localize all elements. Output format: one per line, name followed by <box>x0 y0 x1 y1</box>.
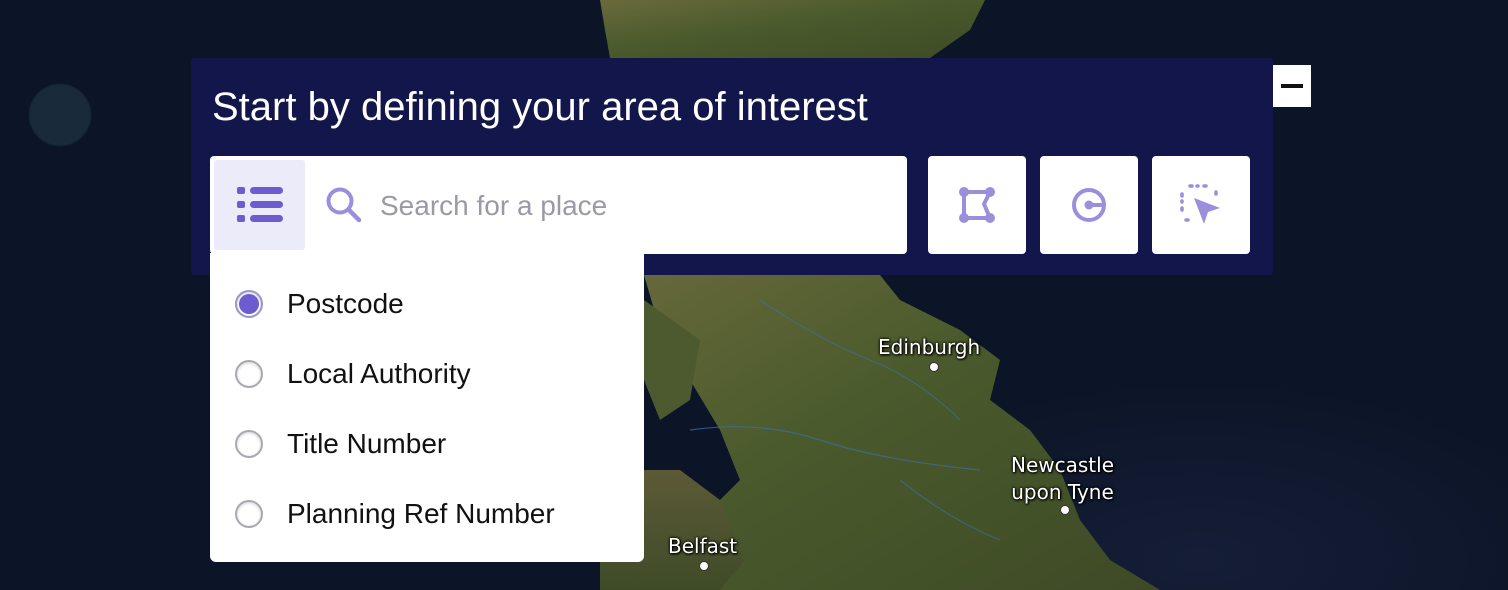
radius-circle-icon <box>1072 188 1106 222</box>
search-type-toggle-button[interactable] <box>214 160 305 250</box>
collapse-panel-button[interactable] <box>1273 65 1311 107</box>
draw-radius-button[interactable] <box>1040 156 1138 254</box>
city-label-edinburgh: Edinburgh <box>878 335 981 359</box>
list-icon <box>236 187 283 222</box>
panel-title: Start by defining your area of interest <box>212 85 868 129</box>
radio-button[interactable] <box>235 360 263 388</box>
radio-option-planning-ref-number[interactable]: Planning Ref Number <box>235 494 555 534</box>
search-type-dropdown: Postcode Local Authority Title Number Pl… <box>210 253 644 562</box>
polygon-draw-icon <box>959 187 995 223</box>
city-marker-edinburgh <box>929 362 939 372</box>
city-marker-belfast <box>699 561 709 571</box>
city-marker-newcastle <box>1060 505 1070 515</box>
area-of-interest-panel: Start by defining your area of interest <box>191 58 1273 275</box>
radio-option-local-authority[interactable]: Local Authority <box>235 354 471 394</box>
radio-option-postcode[interactable]: Postcode <box>235 284 404 324</box>
radio-button-selected[interactable] <box>235 290 263 318</box>
radio-button[interactable] <box>235 430 263 458</box>
search-icon <box>326 187 362 223</box>
radio-label: Title Number <box>287 428 447 459</box>
city-label-belfast: Belfast <box>668 534 738 558</box>
radio-label: Local Authority <box>287 358 471 389</box>
draw-polygon-button[interactable] <box>928 156 1026 254</box>
select-area-cursor-icon <box>1180 184 1220 224</box>
radio-dot <box>239 294 259 314</box>
search-box <box>210 156 907 254</box>
radio-button[interactable] <box>235 500 263 528</box>
radio-option-title-number[interactable]: Title Number <box>235 424 446 464</box>
city-label-newcastle: Newcastle upon Tyne <box>1011 453 1114 504</box>
select-area-button[interactable] <box>1152 156 1250 254</box>
minus-icon <box>1281 84 1303 88</box>
search-input[interactable] <box>378 180 882 232</box>
radio-label: Postcode <box>287 288 404 319</box>
radio-label: Planning Ref Number <box>287 498 555 529</box>
